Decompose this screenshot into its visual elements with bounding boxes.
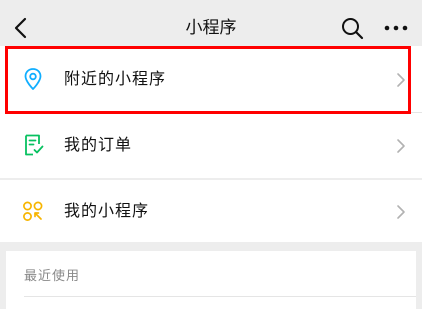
menu-item-label: 附近的小程序 <box>64 69 167 88</box>
menu-item-my-mini-programs[interactable]: 我的小程序 <box>0 178 422 244</box>
menu-item-label: 我的小程序 <box>64 201 150 220</box>
more-dots-icon[interactable] <box>383 22 409 34</box>
chevron-right-icon <box>397 73 405 87</box>
recent-section-heading: 最近使用 <box>24 269 81 284</box>
chevron-right-icon <box>397 205 405 219</box>
my-mini-programs-group: 我的小程序 <box>0 180 422 242</box>
menu-item-nearby-mini-programs[interactable]: 附近的小程序 <box>0 46 422 112</box>
search-icon[interactable] <box>340 16 364 40</box>
order-list-icon <box>25 134 44 156</box>
location-pin-icon <box>24 68 42 90</box>
mini-program-grid-icon <box>23 201 43 221</box>
chevron-right-icon <box>397 139 405 153</box>
divider <box>24 296 416 297</box>
menu-item-label: 我的订单 <box>64 135 133 154</box>
menu-item-my-orders[interactable]: 我的订单 <box>0 112 422 178</box>
top-menu-group: 附近的小程序 我的订单 <box>0 46 422 178</box>
